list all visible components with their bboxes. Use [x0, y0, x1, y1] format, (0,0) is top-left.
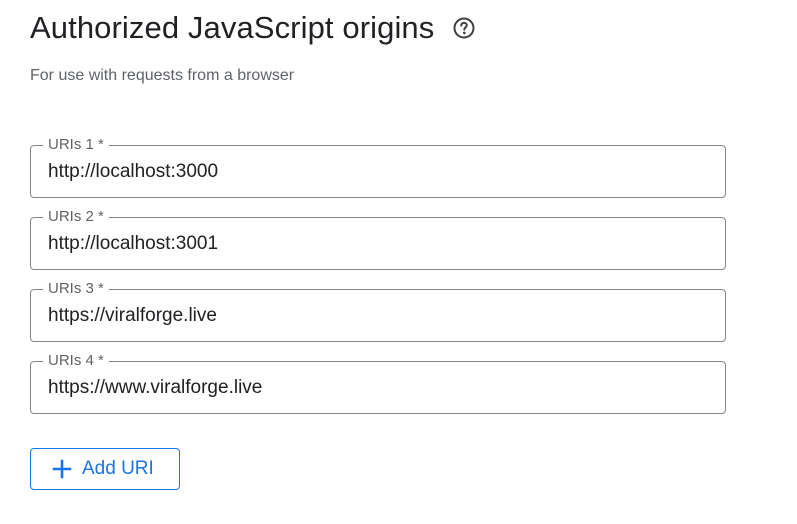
uri-field-2[interactable]: URIs 2 * http://localhost:3001 — [30, 208, 726, 270]
uri-field-value[interactable]: https://www.viralforge.live — [48, 376, 262, 400]
section-subtitle: For use with requests from a browser — [30, 67, 295, 84]
add-uri-button[interactable]: Add URI — [30, 448, 180, 490]
uri-field-value[interactable]: https://viralforge.live — [48, 304, 217, 328]
uri-field-value[interactable]: http://localhost:3001 — [48, 232, 218, 256]
title-row: Authorized JavaScript origins — [30, 8, 476, 48]
authorized-origins-section: Authorized JavaScript origins For use wi… — [0, 0, 797, 524]
uri-field-label: URIs 4 * — [43, 352, 109, 370]
uri-field-value[interactable]: http://localhost:3000 — [48, 160, 218, 184]
plus-icon — [51, 458, 73, 480]
help-circle-icon[interactable] — [452, 16, 476, 40]
uri-field-label: URIs 2 * — [43, 208, 109, 226]
uri-field-3[interactable]: URIs 3 * https://viralforge.live — [30, 280, 726, 342]
section-title: Authorized JavaScript origins — [30, 10, 435, 45]
uri-field-4[interactable]: URIs 4 * https://www.viralforge.live — [30, 352, 726, 414]
uri-field-label: URIs 3 * — [43, 280, 109, 298]
add-uri-label: Add URI — [82, 458, 154, 479]
uri-field-label: URIs 1 * — [43, 136, 109, 154]
uri-field-1[interactable]: URIs 1 * http://localhost:3000 — [30, 136, 726, 198]
